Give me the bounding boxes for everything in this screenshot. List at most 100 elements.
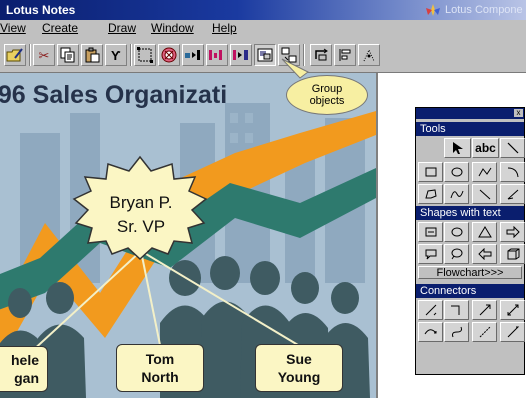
arc-icon bbox=[507, 167, 518, 178]
text-rectangle-button[interactable] bbox=[418, 222, 443, 242]
callout-oval-icon bbox=[451, 248, 462, 260]
toolbar-separator bbox=[130, 44, 132, 66]
text-box-3d-button[interactable] bbox=[500, 244, 525, 264]
callout-rectangle-icon bbox=[425, 249, 436, 260]
curved-connector-button[interactable] bbox=[418, 322, 443, 342]
text-arrow-left-button[interactable] bbox=[472, 244, 497, 264]
palette-close-button[interactable]: x bbox=[514, 109, 523, 117]
polyline-tool-button[interactable] bbox=[472, 162, 497, 182]
target-button[interactable] bbox=[158, 44, 180, 66]
org-box-sue-line-1: Sue bbox=[286, 351, 312, 367]
s-curve-connector-icon bbox=[451, 326, 462, 338]
align-button[interactable] bbox=[334, 44, 356, 66]
copy-icon bbox=[60, 47, 75, 63]
flowchart-button[interactable]: Flowchart>>> bbox=[418, 266, 522, 279]
polygon-tool-button[interactable] bbox=[418, 184, 443, 204]
bring-to-front-icon bbox=[233, 50, 248, 60]
text-tool-button[interactable]: abc bbox=[472, 138, 499, 158]
snap-to-grid-button[interactable] bbox=[358, 44, 380, 66]
triangle-icon bbox=[477, 226, 492, 238]
org-box-tom-north[interactable]: Tom North bbox=[116, 344, 204, 392]
menu-draw[interactable]: Draw bbox=[108, 21, 136, 35]
rectangle-icon bbox=[425, 167, 436, 177]
diagonal-line-tool-button[interactable] bbox=[472, 184, 497, 204]
arrow-connector-icon bbox=[479, 304, 490, 316]
polygon-icon bbox=[424, 189, 437, 199]
dashed-connector-icon bbox=[479, 326, 490, 338]
curved-connector-icon bbox=[424, 329, 436, 335]
org-box-left-line-2: gan bbox=[14, 370, 39, 386]
drawing-tools-palette[interactable]: x Tools abc Shapes with text Flowchart>>… bbox=[415, 107, 525, 375]
group-objects-icon bbox=[257, 48, 273, 62]
target-icon bbox=[161, 47, 177, 63]
toolbar-separator bbox=[29, 44, 31, 66]
group-objects-tooltip: Group objects bbox=[286, 75, 368, 115]
copy-button[interactable] bbox=[57, 44, 79, 66]
chart-heading: 996 Sales Organizati bbox=[0, 81, 228, 109]
select-objects-button[interactable] bbox=[134, 44, 156, 66]
palette-title-bar[interactable]: x bbox=[416, 108, 524, 119]
arc-tool-button[interactable] bbox=[500, 162, 525, 182]
menu-help[interactable]: Help bbox=[212, 21, 237, 35]
callout-rect-button[interactable] bbox=[418, 244, 443, 264]
box-3d-icon bbox=[507, 248, 519, 260]
text-triangle-button[interactable] bbox=[472, 222, 497, 242]
curve-icon bbox=[450, 190, 463, 199]
org-box-tom-line-2: North bbox=[141, 369, 179, 385]
double-arrow-connector-button[interactable] bbox=[500, 300, 525, 320]
align-icon bbox=[339, 49, 351, 61]
double-arrow-connector-icon bbox=[507, 304, 518, 316]
freehand-connector-button[interactable] bbox=[500, 322, 525, 342]
elbow-connector-icon bbox=[450, 305, 459, 315]
text-properties-icon: Ƴ bbox=[110, 47, 121, 63]
elbow-connector-button[interactable] bbox=[444, 300, 469, 320]
tooltip-line-1: Group bbox=[311, 83, 343, 95]
edit-document-button[interactable] bbox=[4, 44, 26, 66]
lotus-logo-icon bbox=[426, 4, 440, 16]
org-box-tom-line-1: Tom bbox=[145, 351, 175, 367]
callout-oval-button[interactable] bbox=[444, 244, 469, 264]
send-backward-button[interactable] bbox=[206, 44, 228, 66]
cut-button[interactable]: ✂ bbox=[33, 44, 55, 66]
org-box-left-line-1: hele bbox=[10, 352, 39, 368]
select-tool-button[interactable] bbox=[444, 138, 471, 158]
ellipse-tool-button[interactable] bbox=[444, 162, 469, 182]
snap-to-grid-icon bbox=[363, 48, 375, 62]
title-bar: Lotus Notes Lotus Compone bbox=[0, 0, 526, 20]
rotate-button[interactable] bbox=[310, 44, 332, 66]
rectangle-tool-button[interactable] bbox=[418, 162, 443, 182]
freehand-connector-icon bbox=[507, 326, 519, 338]
window-title: Lotus Notes bbox=[6, 3, 76, 17]
s-curve-connector-button[interactable] bbox=[444, 322, 469, 342]
line-tool-button[interactable] bbox=[500, 138, 525, 158]
arrow-connector-button[interactable] bbox=[472, 300, 497, 320]
org-box-left[interactable]: hele gan bbox=[0, 346, 48, 392]
diagonal-line-icon bbox=[479, 189, 490, 200]
scissors-icon: ✂ bbox=[38, 47, 50, 63]
paste-button[interactable] bbox=[81, 44, 103, 66]
edit-document-icon bbox=[6, 48, 23, 62]
menu-create[interactable]: Create bbox=[42, 21, 78, 35]
bring-forward-button[interactable] bbox=[182, 44, 204, 66]
org-box-sue-young[interactable]: Sue Young bbox=[255, 344, 343, 392]
section-shapes-with-text: Shapes with text bbox=[416, 206, 524, 220]
paste-icon bbox=[85, 47, 100, 63]
group-objects-button[interactable] bbox=[254, 44, 276, 66]
text-ellipse-button[interactable] bbox=[444, 222, 469, 242]
menu-view[interactable]: View bbox=[0, 21, 26, 35]
drawing-canvas[interactable]: 996 Sales Organizati Bryan P. Sr. VP hel… bbox=[0, 73, 378, 398]
straight-connector-button[interactable] bbox=[418, 300, 443, 320]
bring-to-front-button[interactable] bbox=[230, 44, 252, 66]
vp-title-label: Sr. VP bbox=[116, 217, 166, 236]
freehand-tool-button[interactable] bbox=[500, 184, 525, 204]
text-properties-button[interactable]: Ƴ bbox=[105, 44, 127, 66]
section-connectors: Connectors bbox=[416, 284, 524, 298]
send-backward-icon bbox=[209, 50, 222, 60]
menu-window[interactable]: Window bbox=[151, 21, 194, 35]
select-objects-icon bbox=[137, 47, 153, 63]
text-arrow-right-button[interactable] bbox=[500, 222, 525, 242]
curve-tool-button[interactable] bbox=[444, 184, 469, 204]
text-tool-label: abc bbox=[475, 141, 496, 155]
dashed-connector-button[interactable] bbox=[472, 322, 497, 342]
straight-connector-icon bbox=[425, 304, 436, 316]
